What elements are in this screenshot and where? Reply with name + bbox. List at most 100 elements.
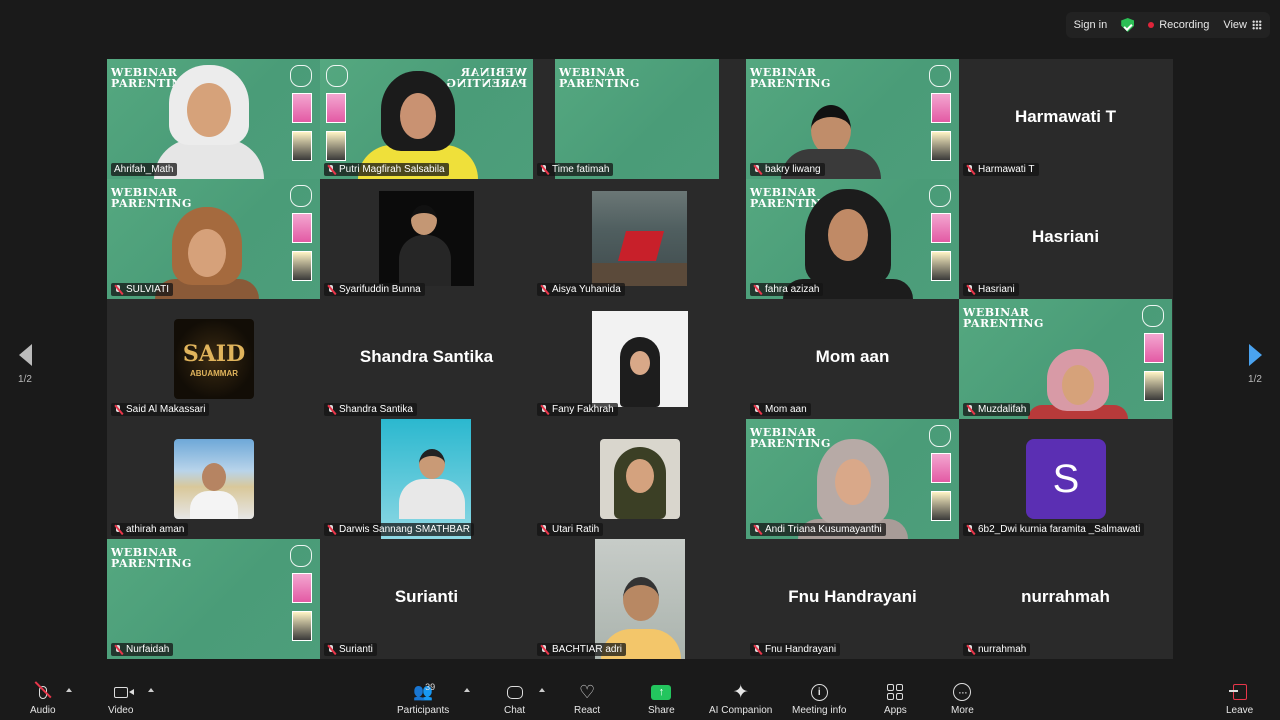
video-options-caret-icon[interactable]: [148, 688, 154, 692]
participant-display-name: Hasriani: [1031, 227, 1100, 246]
participant-tile[interactable]: Mom aan Mom aan: [746, 299, 959, 419]
participant-name-label: Fany Fakhrah: [537, 403, 618, 416]
profile-photo: [592, 191, 687, 286]
participant-tile[interactable]: WEBINAR PARENTING fahra azizah: [746, 179, 959, 299]
view-button[interactable]: View: [1223, 19, 1262, 31]
participant-tile[interactable]: Fnu Handrayani Fnu Handrayani: [746, 539, 959, 659]
record-dot-icon: [1148, 22, 1155, 28]
mic-muted-icon: [753, 524, 762, 535]
mic-muted-icon: [327, 524, 336, 535]
participant-tile[interactable]: WEBINAR PARENTING bakry liwang: [746, 59, 959, 179]
speaker-poster-image: [931, 491, 951, 521]
video-gallery: WEBINAR PARENTING Ahrifah_Math WEBINAR PAR…: [107, 59, 1173, 659]
participant-tile[interactable]: Aisya Yuhanida: [533, 179, 746, 299]
participant-display-name: Fnu Handrayani: [788, 587, 917, 606]
chat-options-caret-icon[interactable]: [539, 688, 545, 692]
participant-tile[interactable]: S 6b2_Dwi kurnia faramita _Salmawati: [959, 419, 1172, 539]
top-bar: Sign in Recording View: [1065, 12, 1270, 38]
mic-muted-icon: [114, 524, 123, 535]
school-logo-icon: [929, 185, 951, 207]
mic-muted-icon: [540, 524, 549, 535]
more-button[interactable]: ··· More: [951, 682, 974, 716]
page-indicator-right: 1/2: [1248, 374, 1262, 385]
speaker-poster-image: [326, 93, 346, 123]
participant-tile[interactable]: athirah aman: [107, 419, 320, 539]
chat-button[interactable]: Chat: [504, 682, 525, 716]
avatar: S: [1026, 439, 1106, 519]
participant-tile[interactable]: WEBINAR PARENTING Ahrifah_Math: [107, 59, 320, 179]
participant-name-label: bakry liwang: [750, 163, 825, 176]
participants-options-caret-icon[interactable]: [464, 688, 470, 692]
profile-photo: [381, 419, 471, 539]
apps-grid-icon: [887, 684, 904, 700]
profile-photo: [600, 439, 680, 519]
profile-photo: [592, 311, 688, 407]
participant-tile[interactable]: Surianti Surianti: [320, 539, 533, 659]
mic-muted-icon: [753, 644, 762, 655]
mic-muted-icon: [753, 284, 762, 295]
participant-tile[interactable]: Shandra Santika Shandra Santika: [320, 299, 533, 419]
participant-name-label: Shandra Santika: [324, 403, 417, 416]
participant-tile[interactable]: Hasriani Hasriani: [959, 179, 1172, 299]
tile-padding: [719, 59, 746, 179]
participant-tile[interactable]: WEBINAR PARENTING Putri Magfirah Salsabil…: [320, 59, 533, 179]
mic-muted-icon: [540, 164, 549, 175]
participant-tile[interactable]: Fany Fakhrah: [533, 299, 746, 419]
speaker-poster-image: [931, 251, 951, 281]
speaker-poster-image: [292, 213, 312, 243]
webinar-title: WEBINAR PARENTING: [559, 66, 640, 90]
participant-tile[interactable]: WEBINAR PARENTING Nurfaidah: [107, 539, 320, 659]
school-logo-icon: [326, 65, 348, 87]
info-icon: i: [810, 683, 828, 701]
audio-options-caret-icon[interactable]: [66, 688, 72, 692]
mic-muted-icon: [753, 164, 762, 175]
leave-button[interactable]: Leave: [1226, 682, 1253, 716]
participant-tile[interactable]: BACHTIAR adri: [533, 539, 746, 659]
mic-muted-icon: [114, 644, 123, 655]
participant-tile[interactable]: WEBINAR PARENTING Time fatimah: [533, 59, 746, 179]
participant-name-label: nurrahmah: [963, 643, 1031, 656]
previous-page-arrow-icon[interactable]: [18, 344, 32, 366]
video-button[interactable]: Video: [108, 682, 134, 716]
participant-tile[interactable]: Harmawati T Harmawati T: [959, 59, 1172, 179]
meeting-info-button[interactable]: i Meeting info: [792, 682, 846, 716]
school-logo-icon: [929, 65, 951, 87]
recording-indicator[interactable]: Recording: [1148, 19, 1209, 31]
logo-text: SAID: [182, 341, 246, 367]
participant-tile[interactable]: WEBINAR PARENTING Andi Triana Kusumayanth…: [746, 419, 959, 539]
participant-tile[interactable]: Utari Ratih: [533, 419, 746, 539]
participant-tile[interactable]: WEBINAR PARENTING SULVIATI: [107, 179, 320, 299]
ai-companion-button[interactable]: ✦ AI Companion: [709, 681, 773, 717]
participant-display-name: Surianti: [394, 587, 459, 606]
participant-name-label: Putri Magfirah Salsabila: [324, 163, 449, 176]
participant-tile[interactable]: WEBINAR PARENTING Muzdalifah: [959, 299, 1172, 419]
participant-tile[interactable]: Darwis Sannang SMATHBAR: [320, 419, 533, 539]
webinar-title: WEBINAR PARENTING: [750, 66, 831, 90]
encryption-shield[interactable]: [1121, 18, 1135, 32]
participants-button[interactable]: 👥 39 Participants: [397, 682, 449, 716]
participant-name-label: Hasriani: [963, 283, 1019, 296]
participant-tile[interactable]: SAID ABUAMMAR Said Al Makassari: [107, 299, 320, 419]
mic-muted-icon: [114, 404, 123, 415]
participant-tile[interactable]: Syarifuddin Bunna: [320, 179, 533, 299]
participant-video: [1028, 349, 1129, 419]
audio-button[interactable]: Audio: [30, 682, 56, 716]
ai-companion-label: AI Companion: [709, 705, 773, 716]
participant-name-label: SULVIATI: [111, 283, 173, 296]
react-button[interactable]: ♡ React: [574, 681, 601, 717]
participant-tile[interactable]: nurrahmah nurrahmah: [959, 539, 1172, 659]
sparkle-icon: ✦: [732, 681, 749, 703]
react-label: React: [574, 705, 601, 716]
microphone-muted-icon: [38, 685, 47, 699]
participant-display-name: nurrahmah: [1021, 587, 1110, 606]
speaker-poster-image: [1144, 333, 1164, 363]
apps-button[interactable]: Apps: [884, 682, 907, 716]
participant-name-label: Muzdalifah: [963, 403, 1031, 416]
participant-name-label: BACHTIAR adri: [537, 643, 627, 656]
mic-muted-icon: [327, 644, 336, 655]
sign-in-button[interactable]: Sign in: [1074, 19, 1108, 31]
share-button[interactable]: ↑ Share: [648, 682, 675, 716]
speaker-poster-image: [292, 251, 312, 281]
heart-icon: ♡: [578, 681, 596, 702]
next-page-arrow-icon[interactable]: [1248, 344, 1262, 366]
